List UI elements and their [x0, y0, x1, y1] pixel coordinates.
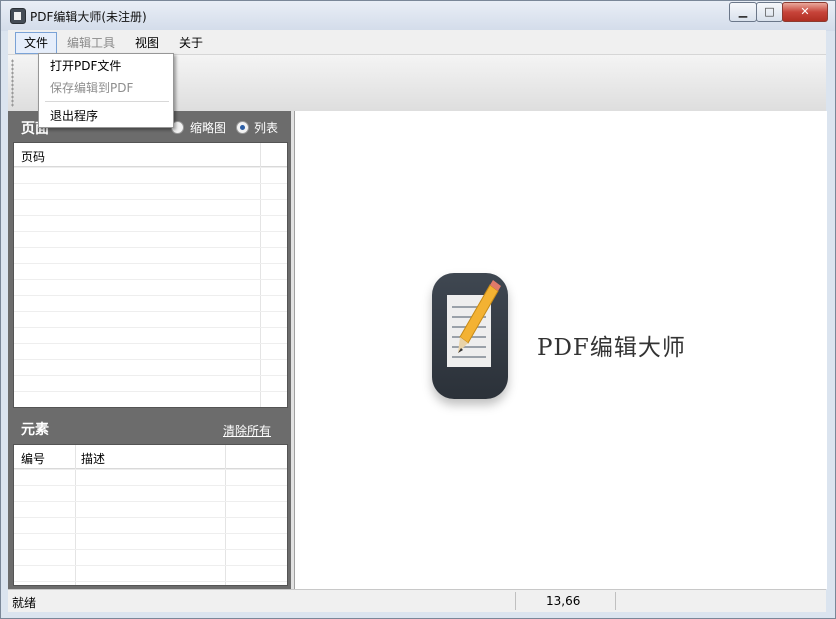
- status-bar: 就绪 13,66: [8, 589, 826, 612]
- status-separator: [515, 592, 516, 610]
- cursor-coordinates: 13,66: [546, 594, 581, 608]
- document-canvas[interactable]: PDF编辑大师: [294, 111, 827, 589]
- title-bar[interactable]: PDF编辑大师(未注册) ▁ □ ✕: [1, 1, 835, 31]
- clear-all-link[interactable]: 清除所有: [223, 422, 271, 439]
- status-text: 就绪: [12, 596, 37, 610]
- menu-save-to-pdf[interactable]: 保存编辑到PDF: [50, 79, 133, 96]
- column-header-number[interactable]: 编号: [21, 450, 45, 467]
- left-panel: 页面 缩略图 列表 页码 元素 清除所有 编号 描述: [8, 111, 291, 589]
- close-icon: ✕: [800, 5, 810, 18]
- toolbar-grip[interactable]: [11, 59, 14, 107]
- minimize-icon: ▁: [738, 5, 748, 18]
- window-title: PDF编辑大师(未注册): [30, 10, 147, 24]
- thumbnail-label[interactable]: 缩略图: [190, 119, 226, 136]
- column-header-description[interactable]: 描述: [81, 450, 105, 467]
- maximize-button[interactable]: □: [756, 2, 783, 22]
- maximize-icon: □: [764, 5, 775, 18]
- menu-file[interactable]: 文件: [15, 32, 57, 54]
- menu-open-pdf[interactable]: 打开PDF文件: [50, 57, 121, 74]
- file-menu-dropdown: 打开PDF文件 保存编辑到PDF 退出程序: [38, 53, 174, 128]
- status-separator: [615, 592, 616, 610]
- menu-about[interactable]: 关于: [179, 34, 203, 51]
- menu-edit-tools[interactable]: 编辑工具: [67, 34, 115, 51]
- list-radio[interactable]: [236, 121, 249, 134]
- brand-text: PDF编辑大师: [537, 335, 686, 361]
- close-button[interactable]: ✕: [782, 2, 828, 22]
- list-label[interactable]: 列表: [254, 119, 278, 136]
- minimize-button[interactable]: ▁: [729, 2, 757, 22]
- app-logo-icon: [10, 8, 26, 24]
- pages-list[interactable]: 页码: [13, 142, 288, 408]
- pages-list-rows: [14, 167, 287, 407]
- menu-separator: [45, 101, 169, 102]
- pdf-editor-logo-icon: [432, 273, 508, 399]
- elements-panel-title: 元素: [21, 422, 49, 438]
- elements-list-header: 编号 描述: [14, 445, 287, 469]
- menu-exit[interactable]: 退出程序: [50, 107, 98, 124]
- elements-list[interactable]: 编号 描述: [13, 444, 288, 586]
- menu-view[interactable]: 视图: [135, 34, 159, 51]
- elements-list-rows: [14, 469, 287, 585]
- column-header-page-number[interactable]: 页码: [21, 148, 45, 165]
- menu-bar: 文件 编辑工具 视图 关于: [8, 30, 826, 55]
- pages-list-header: 页码: [14, 143, 287, 167]
